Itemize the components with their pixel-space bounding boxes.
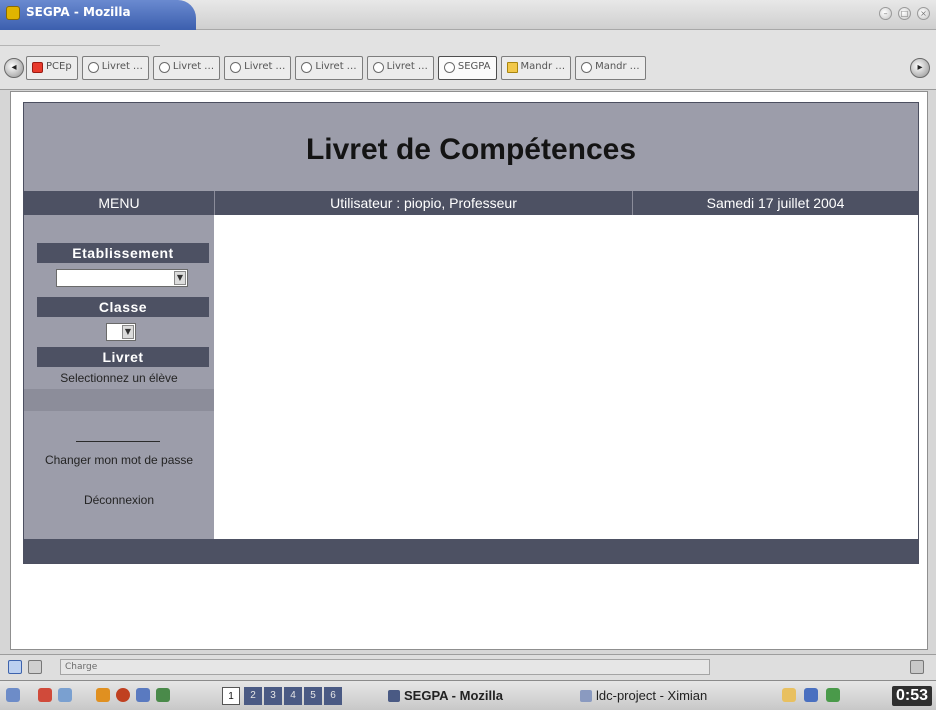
footer-band — [24, 539, 918, 563]
task-segpa-mozilla[interactable]: SEGPA - Mozilla — [388, 686, 503, 706]
browser-tab-label: SEGPA — [457, 61, 491, 72]
change-password-link[interactable]: Changer mon mot de passe — [44, 453, 194, 468]
page-viewport: Livret de Compétences MENU Utilisateur :… — [10, 91, 928, 650]
select-student-hint: Selectionnez un élève — [60, 371, 178, 385]
globe-icon — [230, 62, 242, 73]
toolbar-grip[interactable] — [0, 30, 160, 46]
maximize-icon[interactable]: □ — [898, 7, 911, 20]
workspace-3[interactable]: 3 — [264, 687, 282, 705]
menu-header: MENU — [24, 191, 214, 215]
banner: Livret de Compétences — [24, 103, 918, 191]
globe-icon — [581, 62, 593, 73]
tray-icon[interactable] — [826, 688, 840, 702]
tray-icon[interactable] — [782, 688, 796, 702]
status-label: Charge — [65, 662, 98, 672]
sidebar-menu: Etablissement ▼ Classe ▼ Livret Selectio… — [24, 215, 214, 539]
task-label: ldc-project - Ximian — [596, 688, 708, 703]
classe-select[interactable]: ▼ — [106, 323, 136, 341]
etablissement-select[interactable]: ▼ — [56, 269, 188, 287]
browser-tabbar: ◂ PCEp Livret… Livret… Livret… Livret… L… — [0, 30, 936, 90]
globe-icon — [301, 62, 313, 73]
browser-tab[interactable]: Livret… — [295, 56, 363, 80]
browser-tab-label: Livret — [315, 61, 344, 72]
window-title: SEGPA - Mozilla — [26, 5, 131, 19]
browser-tab-list: PCEp Livret… Livret… Livret… Livret… Liv… — [26, 56, 646, 80]
page-title: Livret de Compétences — [305, 133, 637, 166]
pcp-favicon — [32, 62, 43, 73]
security-lock-icon — [28, 660, 42, 674]
browser-tab[interactable]: Livret… — [366, 56, 434, 80]
launcher-icon[interactable] — [136, 688, 150, 702]
globe-icon — [158, 62, 170, 73]
start-menu-icon[interactable] — [6, 688, 20, 702]
mozilla-app-icon — [6, 6, 20, 20]
browser-tab-active[interactable]: SEGPA — [437, 56, 497, 80]
star-launcher-icon[interactable] — [96, 688, 110, 702]
livret-app: Livret de Compétences MENU Utilisateur :… — [23, 102, 919, 564]
launcher-icon[interactable] — [38, 688, 52, 702]
status-text: Charge — [60, 659, 710, 675]
task-ldc-project[interactable]: ldc-project - Ximian — [580, 686, 707, 706]
logout-link[interactable]: Déconnexion — [24, 493, 214, 507]
workspace-2[interactable]: 2 — [244, 687, 262, 705]
browser-tab[interactable]: Mandr… — [500, 56, 572, 80]
sidebar-separator — [76, 441, 160, 442]
browser-tab-label: Mandr — [595, 61, 627, 72]
mozilla-task-icon — [388, 690, 400, 702]
component-bar-icon[interactable] — [8, 660, 22, 674]
browser-tab[interactable]: Livret… — [81, 56, 149, 80]
browser-tab-label: Mandr — [520, 61, 553, 72]
mandrake-icon — [506, 62, 518, 73]
online-status-icon[interactable] — [910, 660, 924, 674]
browser-launcher-icon[interactable] — [116, 688, 130, 702]
tab-nav-right-icon[interactable]: ▸ — [910, 58, 930, 78]
etablissement-heading: Etablissement — [37, 243, 209, 263]
window-titlebar: SEGPA - Mozilla – □ × — [0, 0, 936, 30]
workspace-5[interactable]: 5 — [304, 687, 322, 705]
chevron-down-icon[interactable]: ▼ — [122, 325, 134, 339]
desktop-taskbar: 1 2 3 4 5 6 SEGPA - Mozilla ldc-project … — [0, 680, 936, 710]
sidebar-divider-band — [24, 389, 214, 411]
browser-tab-label: PCEp — [46, 61, 72, 72]
close-icon[interactable]: × — [917, 7, 930, 20]
browser-tab-label: Livret — [101, 61, 130, 72]
browser-tab-label: Livret — [172, 61, 202, 72]
tray-icon[interactable] — [804, 688, 818, 702]
browser-tab[interactable]: PCEp — [26, 56, 78, 80]
workspace-1[interactable]: 1 — [222, 687, 240, 705]
browser-tab-label: Livret — [244, 61, 273, 72]
date-header: Samedi 17 juillet 2004 — [632, 191, 918, 215]
window-controls: – □ × — [879, 7, 930, 20]
clock: 0:53 — [892, 686, 932, 706]
globe-icon — [372, 62, 384, 73]
browser-tab-label: Livret — [386, 61, 415, 72]
launcher-icon[interactable] — [58, 688, 72, 702]
browser-tab[interactable]: Mandr… — [575, 56, 646, 80]
launcher-icon[interactable] — [156, 688, 170, 702]
tab-nav-left-icon[interactable]: ◂ — [4, 58, 24, 78]
minimize-icon[interactable]: – — [879, 7, 892, 20]
classe-heading: Classe — [37, 297, 209, 317]
livret-heading: Livret — [37, 347, 209, 367]
task-label: SEGPA - Mozilla — [404, 688, 503, 703]
workspace-4[interactable]: 4 — [284, 687, 302, 705]
globe-icon — [443, 62, 455, 73]
chevron-down-icon[interactable]: ▼ — [174, 271, 186, 285]
window-title-tab: SEGPA - Mozilla — [0, 0, 196, 30]
ximian-task-icon — [580, 690, 592, 702]
user-header: Utilisateur : piopio, Professeur — [214, 191, 632, 215]
browser-tab[interactable]: Livret… — [152, 56, 221, 80]
browser-statusbar: Charge — [0, 654, 936, 680]
globe-icon — [87, 62, 99, 73]
main-content — [214, 215, 918, 539]
browser-tab[interactable]: Livret… — [224, 56, 292, 80]
workspace-6[interactable]: 6 — [324, 687, 342, 705]
